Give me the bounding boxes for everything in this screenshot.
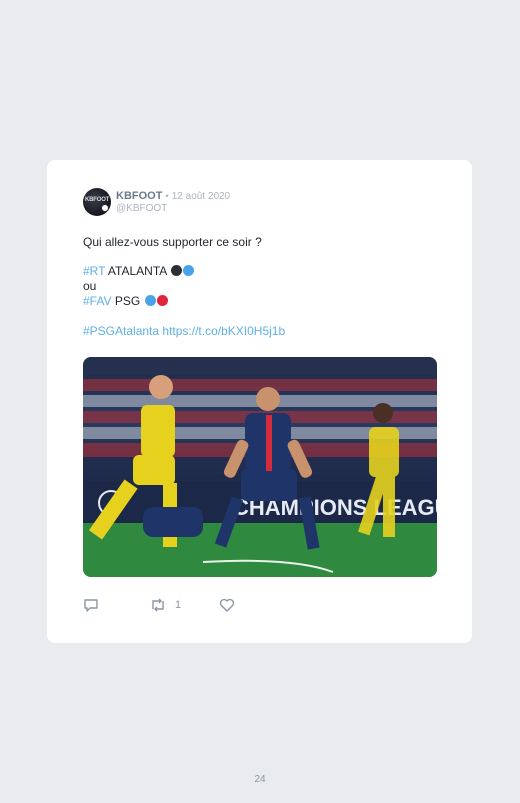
reply-icon <box>84 599 98 612</box>
tweet-media-photo[interactable]: CHAMPIONS LEAGUE <box>83 357 437 577</box>
heart-icon <box>219 598 235 612</box>
username[interactable]: KBFOOT <box>116 190 162 202</box>
user-line: KBFOOT • 12 août 2020 <box>116 190 230 202</box>
tweet-hashtag-link-line: #PSGAtalanta https://t.co/bKXI0H5j1b <box>83 324 285 338</box>
page-number: 24 <box>254 774 266 785</box>
tweet-card: KBFOOT KBFOOT • 12 août 2020 @KBFOOT Qui… <box>47 160 472 643</box>
team-atalanta: ATALANTA <box>107 264 167 278</box>
hashtag-psgatalanta[interactable]: #PSGAtalanta <box>83 324 159 338</box>
like-button[interactable] <box>219 598 235 612</box>
separator-dot: • <box>165 191 169 201</box>
tweet-date[interactable]: 12 août 2020 <box>172 191 230 202</box>
tweet-link[interactable]: https://t.co/bKXI0H5j1b <box>162 324 285 338</box>
blue-circle-icon <box>182 265 194 276</box>
user-handle[interactable]: @KBFOOT <box>116 203 167 214</box>
football-icon <box>101 204 109 212</box>
hashtag-rt[interactable]: #RT <box>83 264 105 278</box>
retweet-count: 1 <box>175 599 182 611</box>
retweet-icon <box>152 598 164 612</box>
avatar-logo-text: KBFOOT <box>85 197 110 203</box>
option-atalanta: #RT ATALANTA <box>83 264 194 278</box>
retweet-button[interactable]: 1 <box>149 598 181 612</box>
reply-button[interactable] <box>83 598 99 612</box>
tweet-question: Qui allez-vous supporter ce soir ? <box>83 235 262 249</box>
team-psg: PSG <box>114 294 141 308</box>
or-text: ou <box>83 279 97 293</box>
blue-circle-icon <box>144 295 156 306</box>
avatar[interactable]: KBFOOT <box>83 188 111 216</box>
black-circle-icon <box>170 265 182 276</box>
match-photo: CHAMPIONS LEAGUE <box>83 357 437 577</box>
hashtag-fav[interactable]: #FAV <box>83 294 111 308</box>
option-psg: #FAV PSG <box>83 294 168 308</box>
red-circle-icon <box>156 295 168 306</box>
